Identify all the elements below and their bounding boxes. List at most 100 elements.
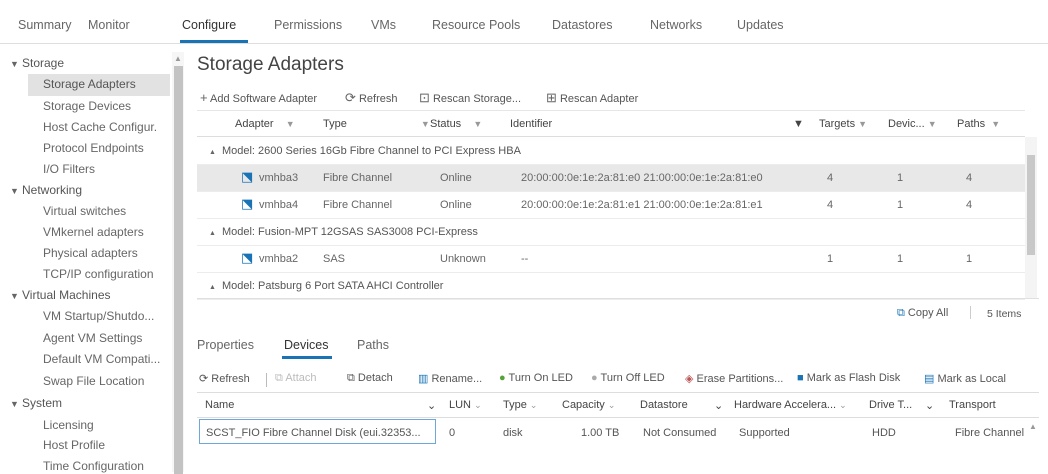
rescan-adapter-button[interactable]: ⊞ Rescan Adapter	[546, 90, 638, 106]
local-disk-icon: ▤	[924, 373, 935, 385]
collapse-icon: ▲	[209, 284, 216, 291]
sidebar-item-swap-file[interactable]: Swap File Location	[43, 374, 171, 388]
sidebar-item-time-config[interactable]: Time Configuration	[43, 459, 171, 473]
col-hw-accel[interactable]: Hardware Accelera... ⌄	[734, 399, 847, 411]
sidebar-section-networking[interactable]: ▼ Networking	[10, 183, 82, 197]
scroll-up-icon[interactable]: ▲	[1029, 422, 1037, 431]
sidebar-item-agent-vm[interactable]: Agent VM Settings	[43, 331, 171, 345]
filter-icon: ▼	[927, 119, 937, 129]
sidebar-section-storage[interactable]: ▼ Storage	[10, 56, 64, 70]
filter-icon: ▼	[991, 119, 1001, 129]
filter-icon: ▼	[285, 119, 295, 129]
sidebar-item-storage-adapters[interactable]: Storage Adapters	[43, 77, 171, 91]
led-on-icon: ●	[499, 372, 506, 384]
turn-on-led-button[interactable]: ● Turn On LED	[499, 372, 573, 384]
caret-down-icon: ▼	[10, 291, 19, 301]
sidebar-item-virtual-switches[interactable]: Virtual switches	[43, 204, 171, 218]
col-drive-type[interactable]: Drive T...	[869, 399, 912, 411]
rename-button[interactable]: ▥ Rename...	[418, 372, 482, 385]
col-status[interactable]: Status ▼	[430, 118, 482, 130]
sidebar-item-io-filters[interactable]: I/O Filters	[43, 162, 171, 176]
top-nav: Summary Monitor Configure Permissions VM…	[0, 0, 1048, 44]
sidebar-item-protocol-endpoints[interactable]: Protocol Endpoints	[43, 141, 171, 155]
col-identifier[interactable]: Identifier	[510, 118, 552, 130]
sidebar-item-host-cache[interactable]: Host Cache Configur.	[43, 120, 171, 134]
mark-local-button[interactable]: ▤ Mark as Local	[924, 372, 1006, 385]
adapter-icon: ⬔	[241, 250, 254, 265]
tab-configure[interactable]: Configure	[182, 18, 236, 32]
sidebar-section-vm[interactable]: ▼ Virtual Machines	[10, 288, 111, 302]
col-type[interactable]: Type ⌄	[503, 399, 537, 411]
table-row[interactable]: SCST_FIO Fibre Channel Disk (eui.32353..…	[206, 427, 432, 439]
copy-all-button[interactable]: ⧉ Copy All	[897, 307, 948, 320]
tab-networks[interactable]: Networks	[650, 18, 702, 32]
col-type[interactable]: Type ▼	[323, 118, 430, 130]
table-row[interactable]: ⬔ vmhba3 Fibre Channel Online 20:00:00:0…	[197, 165, 1025, 192]
tab-resource-pools[interactable]: Resource Pools	[432, 18, 520, 32]
sidebar-item-vm-startup[interactable]: VM Startup/Shutdo...	[43, 309, 171, 323]
filter-icon: ▼	[473, 119, 483, 129]
sidebar-item-physical-adapters[interactable]: Physical adapters	[43, 246, 171, 260]
scrollbar-thumb[interactable]	[174, 66, 183, 474]
sidebar-item-vmkernel-adapters[interactable]: VMkernel adapters	[43, 225, 171, 239]
page-title: Storage Adapters	[197, 54, 344, 75]
tab-properties[interactable]: Properties	[197, 338, 254, 352]
attach-button[interactable]: ⧉ Attach	[275, 372, 317, 385]
col-devices[interactable]: Devic... ▼	[888, 118, 937, 130]
group-row[interactable]: ▲ Model: 2600 Series 16Gb Fibre Channel t…	[197, 138, 1025, 165]
active-detail-tab-indicator	[282, 356, 332, 359]
col-lun[interactable]: LUN ⌄	[449, 399, 482, 411]
sort-icon[interactable]: ⌄	[427, 399, 436, 412]
flash-disk-icon: ■	[797, 372, 804, 384]
table-row[interactable]: ⬔ vmhba4 Fibre Channel Online 20:00:00:0…	[197, 192, 1025, 219]
col-paths[interactable]: Paths ▼	[957, 118, 1000, 130]
sidebar-item-storage-devices[interactable]: Storage Devices	[43, 99, 171, 113]
sidebar-section-system[interactable]: ▼ System	[10, 396, 62, 410]
tab-paths[interactable]: Paths	[357, 338, 389, 352]
tab-updates[interactable]: Updates	[737, 18, 784, 32]
devices-header	[197, 392, 1039, 418]
devices-refresh-button[interactable]: ⟳ Refresh	[199, 372, 250, 385]
group-row[interactable]: ▲ Model: Patsburg 6 Port SATA AHCI Contro…	[197, 273, 1025, 300]
scroll-up-icon[interactable]: ▲	[174, 54, 182, 63]
scrollbar-thumb[interactable]	[1027, 155, 1035, 255]
refresh-button[interactable]: ⟳ Refresh	[345, 90, 398, 106]
erase-partitions-button[interactable]: ◈ Erase Partitions...	[685, 372, 783, 385]
mark-flash-button[interactable]: ■ Mark as Flash Disk	[797, 372, 900, 384]
col-capacity[interactable]: Capacity ⌄	[562, 399, 615, 411]
add-software-adapter-button[interactable]: + Add Software Adapter	[200, 90, 317, 105]
grid-scrollbar[interactable]	[1025, 137, 1037, 298]
caret-down-icon: ▼	[10, 186, 19, 196]
attach-icon: ⧉	[275, 372, 283, 384]
sort-icon[interactable]: ⌄	[714, 399, 723, 412]
table-row[interactable]: ⬔ vmhba2 SAS Unknown -- 1 1 1	[197, 246, 1025, 273]
caret-down-icon: ▼	[10, 59, 19, 69]
sidebar-item-tcpip[interactable]: TCP/IP configuration	[43, 267, 171, 281]
rescan-icon: ⊡	[419, 90, 430, 105]
tab-monitor[interactable]: Monitor	[88, 18, 130, 32]
sidebar-scrollbar[interactable]: ▲	[172, 52, 184, 474]
tab-permissions[interactable]: Permissions	[274, 18, 342, 32]
filter-icon[interactable]: ▼	[793, 118, 804, 130]
col-targets[interactable]: Targets ▼	[819, 118, 867, 130]
adapters-header: Adapter ▼ Type ▼ Status ▼ Identifier ▼ Ta…	[197, 110, 1025, 137]
col-datastore[interactable]: Datastore	[640, 399, 688, 411]
turn-off-led-button[interactable]: ● Turn Off LED	[591, 372, 665, 384]
sort-icon[interactable]: ⌄	[925, 399, 934, 412]
tab-vms[interactable]: VMs	[371, 18, 396, 32]
detach-icon: ⧉	[347, 372, 355, 384]
group-row[interactable]: ▲ Model: Fusion-MPT 12GSAS SAS3008 PCI-Ex…	[197, 219, 1025, 246]
tab-datastores[interactable]: Datastores	[552, 18, 612, 32]
rescan-storage-button[interactable]: ⊡ Rescan Storage...	[419, 90, 521, 106]
sidebar-item-host-profile[interactable]: Host Profile	[43, 438, 171, 452]
col-name[interactable]: Name	[205, 399, 234, 411]
detach-button[interactable]: ⧉ Detach	[347, 372, 393, 385]
sidebar-item-default-vm-compat[interactable]: Default VM Compati...	[43, 352, 171, 366]
sidebar-item-licensing[interactable]: Licensing	[43, 418, 171, 432]
col-transport[interactable]: Transport	[949, 399, 996, 411]
tab-devices[interactable]: Devices	[284, 338, 328, 352]
tab-summary[interactable]: Summary	[18, 18, 71, 32]
caret-down-icon: ▼	[10, 399, 19, 409]
copy-icon: ⧉	[897, 307, 905, 319]
col-adapter[interactable]: Adapter ▼	[235, 118, 295, 130]
